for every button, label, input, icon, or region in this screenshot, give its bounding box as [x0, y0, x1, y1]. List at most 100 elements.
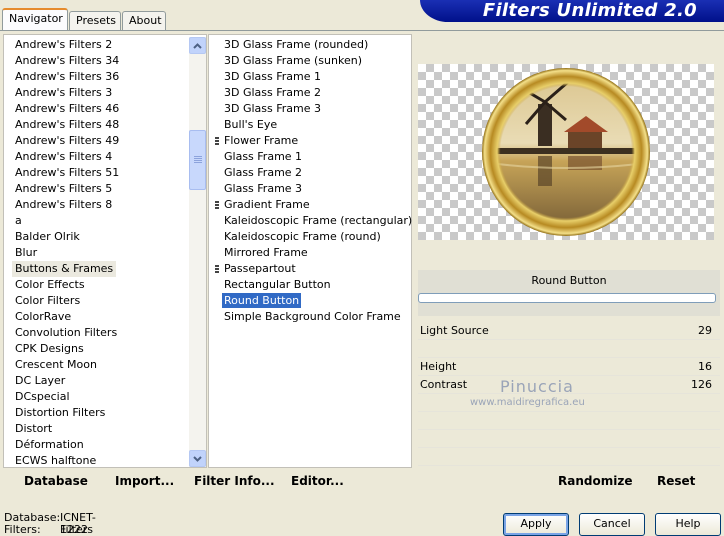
- filter-item[interactable]: 3D Glass Frame (sunken): [209, 53, 412, 69]
- filter-item-label: Flower Frame: [224, 134, 299, 147]
- parameter-value: 29: [698, 324, 712, 337]
- randomize-button[interactable]: Randomize: [558, 474, 632, 488]
- category-item[interactable]: Déformation: [4, 437, 119, 453]
- category-item[interactable]: Andrew's Filters 2: [4, 37, 119, 53]
- filter-item[interactable]: 3D Glass Frame 1: [209, 69, 412, 85]
- filter-item-label: Rectangular Button: [224, 278, 331, 291]
- category-item[interactable]: DCspecial: [4, 389, 119, 405]
- category-item[interactable]: Andrew's Filters 8: [4, 197, 119, 213]
- category-scrollbar[interactable]: [189, 37, 206, 467]
- watermark-name: Pinuccia: [500, 377, 574, 396]
- app-title: Filters Unlimited 2.0: [482, 0, 697, 21]
- filter-item[interactable]: Flower Frame: [209, 133, 412, 149]
- filter-item-label: Bull's Eye: [224, 118, 278, 131]
- filter-item[interactable]: Kaleidoscopic Frame (round): [209, 229, 412, 245]
- parameter-row[interactable]: Height 16: [418, 358, 720, 376]
- filter-item-label: Round Button: [222, 293, 302, 308]
- cancel-button[interactable]: Cancel: [579, 513, 645, 536]
- chevron-down-icon: [193, 455, 202, 462]
- action-bar: Database Import... Filter Info... Editor…: [3, 470, 720, 494]
- parameter-row[interactable]: [418, 340, 720, 358]
- category-item[interactable]: Color Filters: [4, 293, 119, 309]
- filter-item[interactable]: Bull's Eye: [209, 117, 412, 133]
- category-item[interactable]: Crescent Moon: [4, 357, 119, 373]
- filters-status-label: Filters:: [4, 523, 41, 536]
- scroll-thumb[interactable]: [189, 130, 206, 190]
- filter-item-label: Gradient Frame: [224, 198, 310, 211]
- category-item[interactable]: Andrew's Filters 5: [4, 181, 119, 197]
- filter-item-label: Glass Frame 3: [224, 182, 303, 195]
- filter-item[interactable]: Glass Frame 3: [209, 181, 412, 197]
- filter-item-label: 3D Glass Frame 3: [224, 102, 322, 115]
- category-item[interactable]: Color Effects: [4, 277, 119, 293]
- category-item[interactable]: ECWS halftone: [4, 453, 119, 469]
- filter-item[interactable]: Round Button: [209, 293, 412, 309]
- editor-button[interactable]: Editor...: [291, 474, 344, 488]
- category-item[interactable]: Andrew's Filters 51: [4, 165, 119, 181]
- filter-item[interactable]: Glass Frame 1: [209, 149, 412, 165]
- filter-item[interactable]: 3D Glass Frame 3: [209, 101, 412, 117]
- filter-item[interactable]: 3D Glass Frame (rounded): [209, 37, 412, 53]
- database-button[interactable]: Database: [24, 474, 88, 488]
- filter-item[interactable]: Kaleidoscopic Frame (rectangular): [209, 213, 412, 229]
- filter-item[interactable]: Mirrored Frame: [209, 245, 412, 261]
- apply-button[interactable]: Apply: [503, 513, 569, 536]
- parameter-row[interactable]: Light Source 29: [418, 322, 720, 340]
- filter-item[interactable]: Glass Frame 2: [209, 165, 412, 181]
- filter-item[interactable]: Gradient Frame: [209, 197, 412, 213]
- category-item[interactable]: a: [4, 213, 119, 229]
- filter-item[interactable]: Simple Background Color Frame: [209, 309, 412, 325]
- import-button[interactable]: Import...: [115, 474, 174, 488]
- filter-item-label: Simple Background Color Frame: [224, 310, 401, 323]
- category-item[interactable]: Blur: [4, 245, 119, 261]
- category-item[interactable]: Andrew's Filters 4: [4, 149, 119, 165]
- parameter-row[interactable]: [418, 430, 720, 448]
- category-item[interactable]: Distortion Filters: [4, 405, 119, 421]
- category-item[interactable]: Convolution Filters: [4, 325, 119, 341]
- tab-navigator[interactable]: Navigator: [2, 8, 68, 30]
- category-item[interactable]: Andrew's Filters 3: [4, 85, 119, 101]
- filter-item-label: Kaleidoscopic Frame (rectangular): [224, 214, 413, 227]
- filter-item[interactable]: Passepartout: [209, 261, 412, 277]
- reset-button[interactable]: Reset: [657, 474, 695, 488]
- filter-item-label: 3D Glass Frame (sunken): [224, 54, 362, 67]
- filter-name-label: Round Button: [531, 274, 607, 287]
- filter-items: 3D Glass Frame (rounded) 3D Glass Frame (…: [209, 37, 412, 325]
- category-item[interactable]: Andrew's Filters 36: [4, 69, 119, 85]
- parameter-label: Height: [420, 360, 457, 373]
- tab-about[interactable]: About: [122, 11, 166, 30]
- category-item[interactable]: CPK Designs: [4, 341, 119, 357]
- filter-info-button[interactable]: Filter Info...: [194, 474, 275, 488]
- category-item[interactable]: Andrew's Filters 48: [4, 117, 119, 133]
- filter-item-label: Mirrored Frame: [224, 246, 308, 259]
- parameter-row[interactable]: [418, 412, 720, 430]
- parameter-value: 16: [698, 360, 712, 373]
- help-button[interactable]: Help: [655, 513, 721, 536]
- category-list[interactable]: Andrew's Filters 2 Andrew's Filters 34 And…: [3, 34, 207, 468]
- category-item[interactable]: Andrew's Filters 49: [4, 133, 119, 149]
- category-item[interactable]: ColorRave: [4, 309, 119, 325]
- watermark-site: www.maidiregrafica.eu: [470, 397, 585, 408]
- filter-item[interactable]: Rectangular Button: [209, 277, 412, 293]
- title-banner: Filters Unlimited 2.0: [420, 0, 724, 22]
- scroll-up-button[interactable]: [189, 37, 206, 54]
- filter-list[interactable]: 3D Glass Frame (rounded) 3D Glass Frame (…: [208, 34, 412, 468]
- category-items: Andrew's Filters 2 Andrew's Filters 34 And…: [4, 37, 119, 469]
- tab-presets[interactable]: Presets: [69, 11, 121, 30]
- parameter-row[interactable]: [418, 448, 720, 466]
- category-item[interactable]: DC Layer: [4, 373, 119, 389]
- filter-item[interactable]: 3D Glass Frame 2: [209, 85, 412, 101]
- filter-item-label: Glass Frame 2: [224, 166, 303, 179]
- status-area: Database: ICNET-Filters Filters: 1222: [4, 512, 96, 536]
- category-item[interactable]: Andrew's Filters 34: [4, 53, 119, 69]
- category-item[interactable]: Distort: [4, 421, 119, 437]
- parameter-label: Contrast: [420, 378, 468, 391]
- filters-status: Filters: 1222: [4, 523, 88, 536]
- scroll-down-button[interactable]: [189, 450, 206, 467]
- category-item[interactable]: Buttons & Frames: [12, 261, 117, 277]
- category-item[interactable]: Andrew's Filters 46: [4, 101, 119, 117]
- preview-image: [482, 68, 650, 236]
- filter-item-label: 3D Glass Frame 2: [224, 86, 322, 99]
- category-item[interactable]: Balder Olrik: [4, 229, 119, 245]
- filter-item-label: Kaleidoscopic Frame (round): [224, 230, 381, 243]
